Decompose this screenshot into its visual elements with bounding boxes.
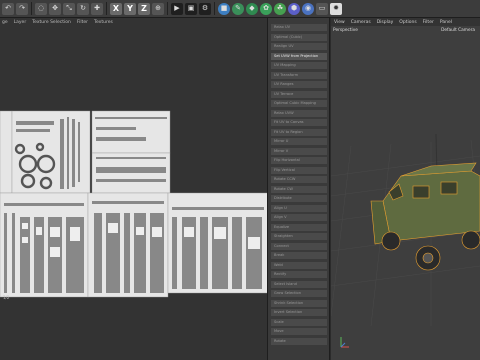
viewport-menu-cameras[interactable]: Cameras (351, 20, 371, 25)
x-axis-button[interactable]: X (110, 2, 122, 15)
uv-command-item[interactable]: Shrink Selection (271, 299, 327, 307)
uv-command-item[interactable]: Rotate (271, 337, 327, 345)
uv-command-item[interactable]: Relax UVW (271, 109, 327, 117)
viewport-menu-view[interactable]: View (334, 20, 345, 25)
cube-icon[interactable]: ■ (218, 2, 230, 15)
deformer-icon[interactable]: ⬢ (288, 2, 300, 15)
military-vehicle (370, 133, 480, 271)
uv-command-item[interactable]: Set UVW from Projection (271, 52, 327, 60)
array-icon[interactable]: ✿ (260, 2, 272, 15)
uv-command-item[interactable]: Align V (271, 214, 327, 221)
uv-command-item[interactable]: Flip Vertical (271, 166, 327, 174)
perspective-viewport[interactable]: Perspective Default Camera (331, 26, 480, 360)
uv-corner-label: 1/2 (3, 295, 10, 300)
axis-gizmo-icon (340, 337, 349, 348)
toolbar-divider (167, 2, 168, 15)
toolbar-divider (31, 2, 32, 15)
viewport-menu-display[interactable]: Display (377, 20, 394, 25)
render-picture-icon[interactable]: ▣ (185, 2, 197, 15)
main-toolbar: ↶ ↷ ◌ ✥ ⤡ ↻ ✚ X Y Z ⊕ ▶ ▣ ⚙ ■ ✎ ◆ ✿ ☘ ⬢ … (0, 0, 480, 18)
uv-command-item[interactable]: UV Ranges (271, 81, 327, 88)
redo-icon[interactable]: ↷ (16, 2, 28, 15)
viewport-menu-options[interactable]: Options (399, 20, 416, 25)
z-axis-button[interactable]: Z (138, 2, 150, 15)
app-window: ↶ ↷ ◌ ✥ ⤡ ↻ ✚ X Y Z ⊕ ▶ ▣ ⚙ ■ ✎ ◆ ✿ ☘ ⬢ … (0, 0, 480, 360)
uv-command-item[interactable]: UV Mapping (271, 62, 327, 69)
uv-command-item[interactable]: Realign UV (271, 43, 327, 50)
render-view-icon[interactable]: ▶ (171, 2, 183, 15)
uv-command-item[interactable]: UV Transform (271, 71, 327, 79)
menu-item-layer[interactable]: Layer (14, 20, 27, 25)
uv-command-item[interactable]: Connect (271, 242, 327, 250)
scale-icon[interactable]: ⤡ (63, 2, 75, 15)
environment-icon[interactable]: ◉ (302, 2, 314, 15)
subdivision-icon[interactable]: ◆ (246, 2, 258, 15)
undo-icon[interactable]: ↶ (2, 2, 14, 15)
rotate-icon[interactable]: ↻ (77, 2, 89, 15)
uv-command-item[interactable]: Straighten (271, 233, 327, 240)
live-selection-icon[interactable]: ◌ (35, 2, 47, 15)
toolbar-divider (106, 2, 107, 15)
uv-command-item[interactable]: Select Island (271, 280, 327, 288)
uv-command-item[interactable]: Optimal (Cubic) (271, 33, 327, 41)
uv-command-item[interactable]: Move (271, 328, 327, 335)
uv-command-item[interactable]: Relax UV (271, 24, 327, 31)
uv-command-item[interactable]: Invert Selection (271, 309, 327, 316)
uv-command-item[interactable]: Align U (271, 204, 327, 212)
uv-command-item[interactable]: Break (271, 252, 327, 259)
viewport-menu: View Cameras Display Options Filter Pane… (331, 18, 480, 26)
menu-item-filter[interactable]: Filter (77, 20, 88, 25)
uv-commands-panel: Relax UV Optimal (Cubic) Realign UV Set UVW… (267, 18, 330, 360)
menu-item-texture-selection[interactable]: Texture Selection (32, 20, 71, 25)
viewport-menu-panel[interactable]: Panel (440, 20, 452, 25)
uv-command-item[interactable]: Weld (271, 261, 327, 269)
uv-command-item[interactable]: Fit UV to Region (271, 128, 327, 136)
uv-command-item[interactable]: Rectify (271, 271, 327, 278)
menu-item-view[interactable]: ge (2, 20, 8, 25)
uv-layout: 1/2 (0, 110, 267, 300)
uv-command-item[interactable]: Equalize (271, 223, 327, 231)
uv-command-item[interactable]: Mirror V (271, 147, 327, 155)
uv-command-item[interactable]: Fit UV to Canvas (271, 119, 327, 126)
y-axis-button[interactable]: Y (124, 2, 136, 15)
toolbar-divider (214, 2, 215, 15)
last-tool-icon[interactable]: ✚ (91, 2, 103, 15)
uv-command-item[interactable]: Scale (271, 318, 327, 326)
menu-item-textures[interactable]: Textures (94, 20, 113, 25)
move-icon[interactable]: ✥ (49, 2, 61, 15)
uv-command-item[interactable]: Grow Selection (271, 290, 327, 297)
viewport-camera-label[interactable]: Default Camera (441, 28, 475, 33)
uv-command-item[interactable]: Rotate CCW (271, 176, 327, 183)
uv-editor-canvas[interactable]: 1/2 (0, 27, 267, 360)
light-icon[interactable]: ✹ (330, 2, 342, 15)
viewport-projection-label: Perspective (333, 28, 358, 33)
uv-command-item[interactable]: Rotate CW (271, 185, 327, 193)
uv-command-item[interactable]: Mirror U (271, 138, 327, 145)
camera-icon[interactable]: ▭ (316, 2, 328, 15)
uv-command-item[interactable]: UV Terrace (271, 90, 327, 98)
pen-icon[interactable]: ✎ (232, 2, 244, 15)
viewport-menu-filter[interactable]: Filter (423, 20, 434, 25)
render-settings-icon[interactable]: ⚙ (199, 2, 211, 15)
viewport-scene (331, 133, 480, 327)
uv-command-item[interactable]: Distribute (271, 195, 327, 202)
uv-command-item[interactable]: Optimal Cubic Mapping (271, 100, 327, 107)
field-icon[interactable]: ☘ (274, 2, 286, 15)
uv-editor-menu: ge Layer Texture Selection Filter Textur… (0, 18, 267, 27)
world-coordinates-button[interactable]: ⊕ (152, 2, 164, 15)
uv-command-item[interactable]: Flip Horizontal (271, 157, 327, 164)
